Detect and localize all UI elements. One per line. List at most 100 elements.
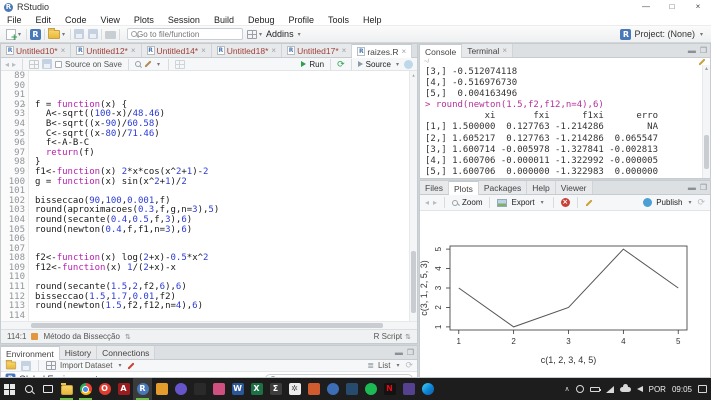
environment-tab-connections[interactable]: Connections xyxy=(97,346,156,359)
network-icon[interactable] xyxy=(605,385,614,393)
close-tab-icon[interactable]: × xyxy=(61,46,66,55)
pane-layout-dropdown-icon[interactable]: ▾ xyxy=(259,31,262,38)
task-view-icon[interactable] xyxy=(38,378,57,400)
menu-view[interactable]: View xyxy=(94,14,127,26)
start-icon[interactable] xyxy=(0,378,19,400)
close-tab-icon[interactable]: × xyxy=(201,46,206,55)
addins-dropdown-icon[interactable]: ▾ xyxy=(298,31,301,38)
plots-tab-plots[interactable]: Plots xyxy=(448,181,479,195)
maximize-button[interactable]: □ xyxy=(659,0,685,14)
discord-icon[interactable] xyxy=(171,378,190,400)
new-file-icon[interactable] xyxy=(6,28,18,43)
editor-save-icon[interactable] xyxy=(42,59,53,69)
plots-tab-viewer[interactable]: Viewer xyxy=(555,181,593,194)
export-dropdown-icon[interactable]: ▾ xyxy=(541,199,544,206)
plots-tab-packages[interactable]: Packages xyxy=(478,181,528,194)
menu-code[interactable]: Code xyxy=(58,14,94,26)
console-tab-terminal[interactable]: Terminal × xyxy=(462,44,513,57)
steam-icon[interactable] xyxy=(342,378,361,400)
clock[interactable]: 09:05 xyxy=(672,385,692,394)
list-view-selector[interactable]: List xyxy=(378,361,390,370)
previous-plot-icon[interactable]: ◂ xyxy=(425,198,429,207)
editor-tab-untitled18[interactable]: R Untitled18* × xyxy=(211,44,283,57)
source-button[interactable]: Source xyxy=(366,60,391,69)
maximize-pane-icon[interactable]: ❒ xyxy=(700,46,707,56)
language-indicator[interactable]: POR xyxy=(649,385,666,394)
next-plot-icon[interactable]: ▸ xyxy=(433,198,437,207)
open-file-icon[interactable] xyxy=(48,27,61,39)
scope-selector[interactable]: Método da Bissecção xyxy=(43,332,120,341)
edge-icon[interactable] xyxy=(418,378,437,400)
editor-tab-untitled17[interactable]: R Untitled17* × xyxy=(282,44,353,57)
r-console-icon[interactable] xyxy=(304,378,323,400)
menu-plots[interactable]: Plots xyxy=(127,14,161,26)
chrome-icon[interactable] xyxy=(76,378,95,400)
load-workspace-icon[interactable] xyxy=(5,359,17,370)
editor-tab-untitled10[interactable]: R Untitled10* × xyxy=(1,44,72,57)
editor-tab-untitled14[interactable]: R Untitled14* × xyxy=(141,44,212,57)
back-icon[interactable]: ◂ xyxy=(5,60,9,69)
settings-icon[interactable]: ✲ xyxy=(285,378,304,400)
close-tab-icon[interactable]: × xyxy=(131,46,136,55)
battery-icon[interactable] xyxy=(589,386,601,392)
clear-objects-icon[interactable] xyxy=(127,361,136,370)
environment-tab-history[interactable]: History xyxy=(59,346,98,359)
clear-plots-icon[interactable] xyxy=(585,198,593,207)
refresh-plot-icon[interactable]: ⟳ xyxy=(697,197,705,208)
menu-debug[interactable]: Debug xyxy=(241,14,282,26)
goto-file-input[interactable] xyxy=(137,29,240,39)
list-dropdown-icon[interactable]: ▾ xyxy=(396,362,399,369)
pane-layout-icon[interactable] xyxy=(247,29,258,39)
menu-session[interactable]: Session xyxy=(161,14,207,26)
word-icon[interactable]: W xyxy=(228,378,247,400)
open-dropdown-icon[interactable]: ▾ xyxy=(62,31,65,38)
close-tab-icon[interactable]: × xyxy=(402,47,407,56)
volume-icon[interactable] xyxy=(636,386,643,392)
code-content[interactable]: f = function(x) { A<-sqrt((100-x)/48.46)… xyxy=(29,71,417,321)
code-tools-icon[interactable] xyxy=(144,60,152,68)
code-tools-dropdown-icon[interactable]: ▾ xyxy=(157,61,160,68)
paint-3d-icon[interactable] xyxy=(209,378,228,400)
globe-app-icon[interactable] xyxy=(323,378,342,400)
menu-file[interactable]: File xyxy=(0,14,29,26)
save-workspace-icon[interactable] xyxy=(21,360,31,371)
minimize-button[interactable]: — xyxy=(633,0,659,14)
run-icon[interactable] xyxy=(301,61,307,67)
console-scrollbar[interactable]: ▴ xyxy=(702,65,710,178)
new-file-dropdown-icon[interactable]: ▾ xyxy=(18,31,21,38)
action-center-icon[interactable] xyxy=(698,385,707,393)
source-dropdown-icon[interactable]: ▾ xyxy=(396,61,399,68)
environment-tab-environment[interactable]: Environment xyxy=(1,346,60,360)
project-selector[interactable]: R Project: (None) ▾ xyxy=(620,28,705,40)
sigma-app-icon[interactable]: Σ xyxy=(266,378,285,400)
tray-chevron-icon[interactable]: ∧ xyxy=(565,385,570,393)
export-button[interactable]: Export xyxy=(511,198,534,207)
console-tab-console[interactable]: Console xyxy=(420,44,463,58)
onedrive-icon[interactable] xyxy=(619,383,631,392)
save-all-icon[interactable] xyxy=(88,29,99,39)
find-replace-icon[interactable] xyxy=(134,61,141,67)
console-output[interactable]: [3,] -0.512074118 [4,] -0.516976730 [5,] 0… xyxy=(420,65,710,178)
import-dataset-button[interactable]: Import Dataset xyxy=(60,361,112,370)
close-tab-icon[interactable]: × xyxy=(502,46,507,55)
code-editor[interactable]: 89 90 91 92 ▾ 93 94 95 96 97 98 99 100 101 102 103 104 10… xyxy=(1,71,417,321)
editor-vertical-scrollbar[interactable]: ▴ xyxy=(409,71,417,321)
clear-console-icon[interactable] xyxy=(698,57,706,66)
publish-dropdown-icon[interactable]: ▾ xyxy=(688,199,691,206)
source-icon[interactable] xyxy=(357,61,363,67)
menu-edit[interactable]: Edit xyxy=(29,14,59,26)
refresh-environment-icon[interactable]: ⟳ xyxy=(405,360,413,371)
file-explorer-icon[interactable] xyxy=(57,378,76,400)
menu-tools[interactable]: Tools xyxy=(321,14,356,26)
minimize-pane-icon[interactable]: ▬ xyxy=(688,46,696,56)
publish-icon[interactable] xyxy=(404,59,413,69)
show-in-new-window-icon[interactable] xyxy=(29,59,40,69)
menu-help[interactable]: Help xyxy=(356,14,389,26)
rerun-icon[interactable]: ⟳ xyxy=(337,59,345,69)
close-button[interactable]: × xyxy=(685,0,711,14)
close-tab-icon[interactable]: × xyxy=(271,46,276,55)
search-icon[interactable] xyxy=(19,378,38,400)
game-app-icon[interactable] xyxy=(190,378,209,400)
forward-icon[interactable]: ▸ xyxy=(12,60,16,69)
minimize-pane-icon[interactable]: ▬ xyxy=(395,348,403,358)
